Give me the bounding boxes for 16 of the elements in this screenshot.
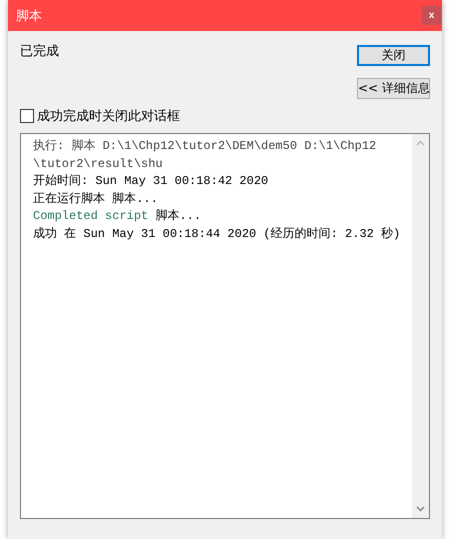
log-line: 执行: 脚本 D:\1\Chp12\tutor2\DEM\dem50 D:\1\Chp12 [33,138,378,155]
scroll-down-icon[interactable] [416,506,425,512]
scroll-up-icon[interactable] [416,140,425,146]
close-button[interactable]: x [422,6,441,25]
log-line: \tutor2\result\shu [33,156,164,172]
log-line: Completed script 脚本... [33,208,202,225]
window-title: 脚本 [16,8,42,24]
checkbox[interactable] [20,109,34,123]
log-line: 开始时间: Sun May 31 00:18:42 2020 [33,173,270,190]
dialog-button[interactable]: << 详细信息 [357,78,430,99]
scrollbar[interactable] [412,134,429,518]
status-text: 已完成 [20,43,59,61]
log-line: 正在运行脚本 脚本... [33,190,159,208]
log-line: 成功 在 Sun May 31 00:18:44 2020 (经历的时间: 2.32 秒) [33,226,402,242]
checkbox-label: 成功完成时关闭此对话框 [37,108,180,125]
dialog-button[interactable]: 关闭 [357,45,430,66]
